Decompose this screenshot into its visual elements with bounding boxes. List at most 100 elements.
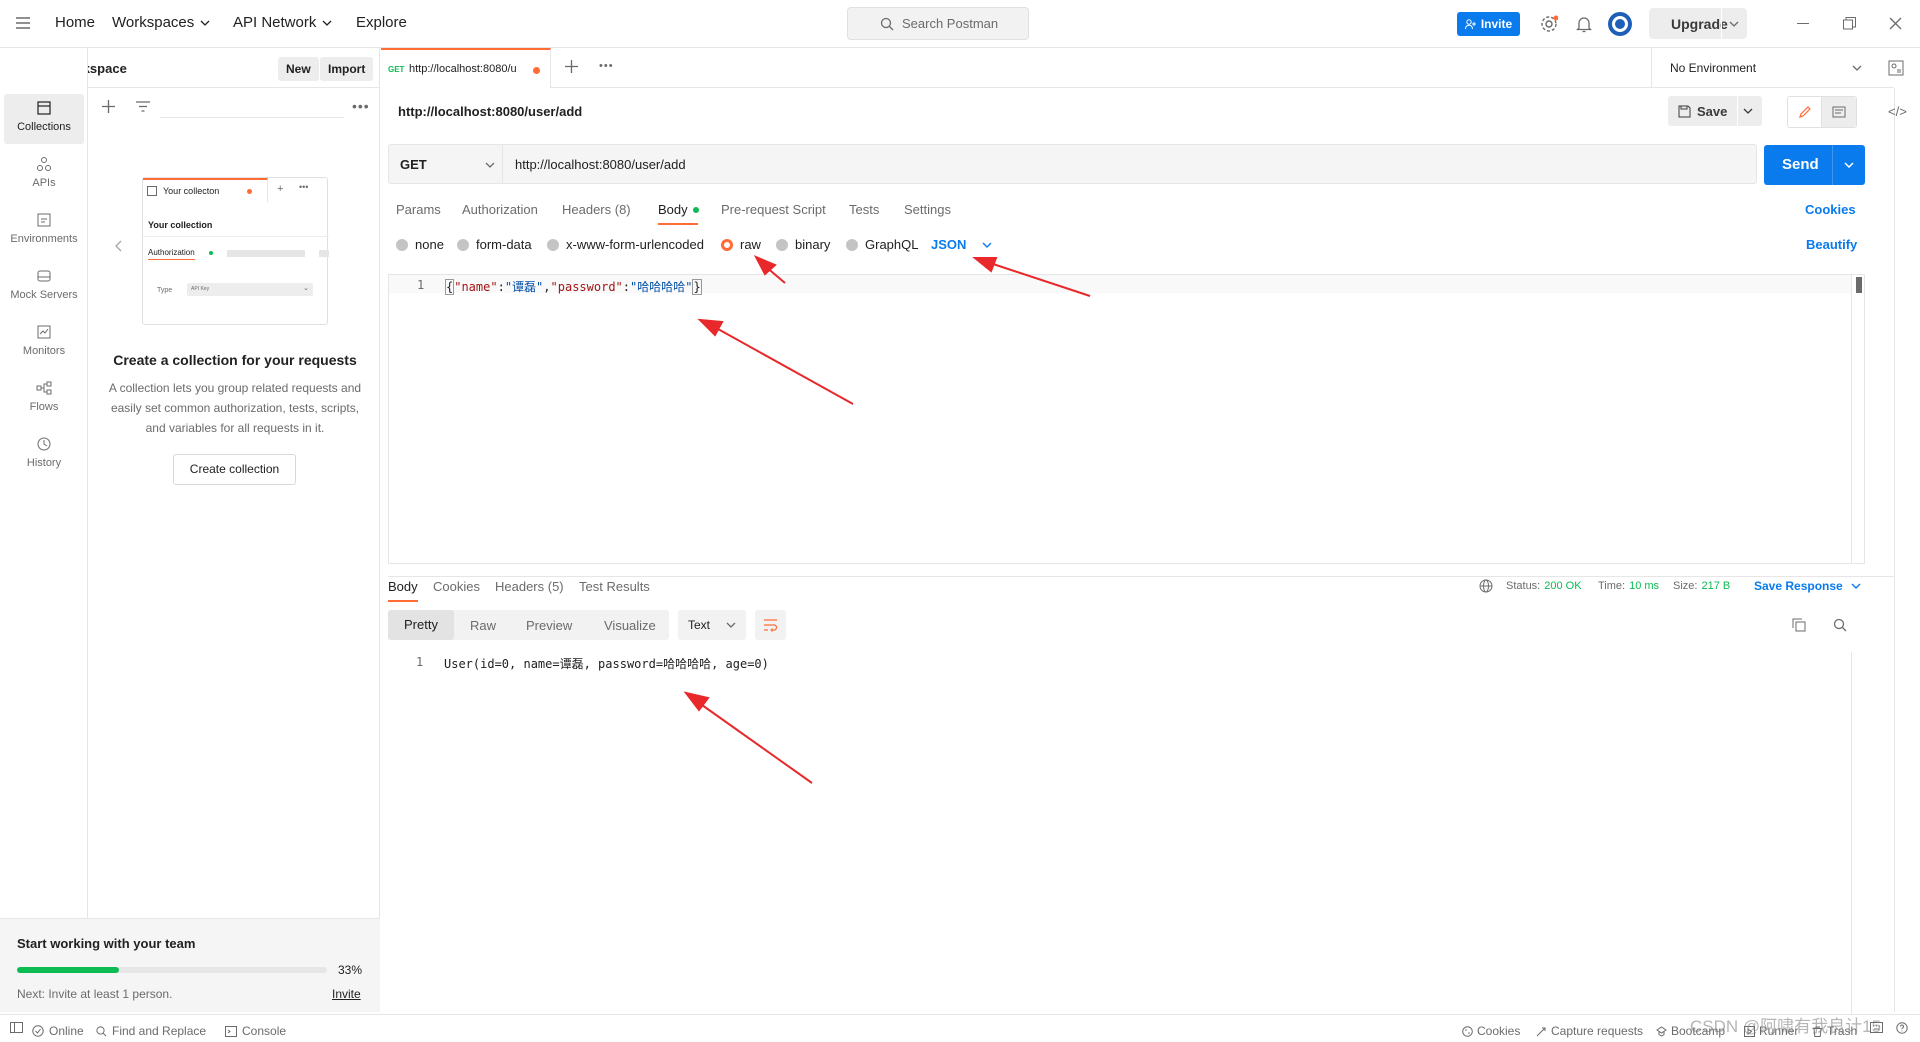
nav-home[interactable]: Home (55, 14, 95, 31)
chevron-down-icon (1851, 583, 1861, 589)
format-select[interactable]: JSON (931, 237, 992, 252)
response-tab-test-results[interactable]: Test Results (579, 579, 650, 594)
online-label: Online (49, 1024, 84, 1038)
documentation-icon[interactable] (1822, 97, 1856, 127)
tab-settings[interactable]: Settings (904, 202, 951, 217)
rail-history[interactable]: History (4, 432, 84, 482)
settings-gear-icon[interactable] (1540, 15, 1558, 33)
top-bar: Home Workspaces API Network Explore Sear… (0, 0, 1920, 48)
scrollbar-thumb[interactable] (1856, 277, 1862, 293)
online-status[interactable]: Online (32, 1024, 84, 1038)
rail-flows[interactable]: Flows (4, 376, 84, 426)
rail-collections[interactable]: Collections (4, 94, 84, 144)
request-body-editor[interactable]: 1 {"name":"谭磊","password":"哈哈哈哈"} (388, 274, 1865, 564)
beautify-link[interactable]: Beautify (1806, 237, 1857, 252)
response-format-select[interactable]: Text (678, 610, 746, 640)
nav-explore[interactable]: Explore (356, 14, 407, 31)
search-box[interactable]: Search Postman (847, 7, 1029, 40)
chevron-left-icon[interactable] (115, 240, 122, 252)
response-tab-cookies[interactable]: Cookies (433, 579, 480, 594)
tab-body[interactable]: Body (658, 202, 699, 217)
url-input[interactable]: http://localhost:8080/user/add (515, 157, 686, 172)
restore-window-icon[interactable] (1843, 17, 1856, 30)
preview-title: Your collection (148, 220, 213, 230)
response-tab-body[interactable]: Body (388, 579, 418, 594)
view-mode-pretty[interactable]: Pretty (388, 610, 454, 640)
console[interactable]: Console (225, 1024, 286, 1038)
edit-pencil-icon[interactable] (1788, 97, 1822, 127)
rail-environments[interactable]: Environments (4, 208, 84, 258)
active-request-tab[interactable]: GET http://localhost:8080/u (381, 48, 551, 88)
tab-authorization[interactable]: Authorization (462, 202, 538, 217)
body-type-binary[interactable]: binary (776, 237, 830, 252)
add-collection-icon[interactable] (102, 100, 115, 113)
tab-headers[interactable]: Headers (8) (562, 202, 631, 217)
nav-workspaces[interactable]: Workspaces (112, 14, 210, 31)
code-snippet-icon[interactable]: </> (1888, 104, 1907, 119)
send-button[interactable]: Send (1764, 145, 1865, 185)
hamburger-menu-icon[interactable] (16, 17, 30, 29)
body-type-graphql[interactable]: GraphQL (846, 237, 918, 252)
copy-icon[interactable] (1792, 618, 1806, 632)
minimize-icon[interactable] (1797, 23, 1809, 24)
body-type-form-data[interactable]: form-data (457, 237, 532, 252)
body-type-none[interactable]: none (396, 237, 444, 252)
team-next-text: Next: Invite at least 1 person. (17, 987, 173, 1001)
save-response-label: Save Response (1754, 579, 1843, 593)
rail-apis-label: APIs (32, 177, 56, 189)
search-icon (96, 1025, 107, 1036)
save-response-button[interactable]: Save Response (1754, 579, 1861, 593)
chevron-down-icon[interactable] (1729, 21, 1739, 27)
find-replace[interactable]: Find and Replace (96, 1024, 206, 1038)
more-options-icon[interactable]: ••• (352, 98, 370, 114)
capture-requests[interactable]: Capture requests (1536, 1024, 1643, 1038)
tab-tests[interactable]: Tests (849, 202, 879, 217)
response-scrollbar[interactable] (1851, 652, 1865, 1014)
team-invite-link[interactable]: Invite (332, 987, 361, 1001)
filter-icon[interactable] (136, 101, 150, 112)
radio-dot (396, 238, 408, 251)
method-select[interactable]: GET (389, 145, 503, 183)
cookies-link[interactable]: Cookies (1805, 202, 1856, 217)
body-type-urlencoded[interactable]: x-www-form-urlencoded (547, 237, 704, 252)
toggle-sidebar-icon[interactable] (10, 1022, 23, 1033)
environment-quick-look-icon[interactable] (1888, 60, 1904, 76)
view-mode-raw[interactable]: Raw (470, 618, 496, 633)
body-type-raw[interactable]: raw (721, 237, 761, 252)
environment-selector[interactable]: No Environment (1651, 48, 1894, 88)
import-button[interactable]: Import (320, 57, 374, 81)
editor-scrollbar[interactable] (1851, 275, 1865, 563)
tab-options-icon[interactable]: ••• (599, 60, 614, 72)
create-collection-button[interactable]: Create collection (173, 454, 296, 485)
avatar[interactable] (1608, 12, 1632, 36)
console-icon (225, 1025, 237, 1037)
search-icon[interactable] (1833, 618, 1847, 632)
json-comma: , (543, 280, 551, 294)
wrap-lines-button[interactable] (755, 610, 786, 640)
view-mode-preview[interactable]: Preview (526, 618, 572, 633)
tab-pre-request-script[interactable]: Pre-request Script (721, 202, 826, 217)
view-mode-visualize[interactable]: Visualize (604, 618, 656, 633)
invite-button[interactable]: Invite (1457, 12, 1520, 36)
team-panel: Start working with your team 33% Next: I… (0, 918, 380, 1012)
response-tab-headers[interactable]: Headers (5) (495, 579, 564, 594)
rail-mock-servers[interactable]: Mock Servers (4, 264, 84, 314)
wrap-lines-icon (764, 619, 778, 632)
save-button[interactable]: Save (1668, 96, 1762, 126)
close-window-icon[interactable] (1889, 17, 1902, 30)
collection-search-input[interactable] (160, 96, 344, 118)
rail-monitors[interactable]: Monitors (4, 320, 84, 370)
new-tab-plus-icon[interactable] (565, 60, 578, 73)
nav-api-network[interactable]: API Network (233, 14, 332, 31)
cookies-status[interactable]: Cookies (1462, 1024, 1520, 1038)
rail-apis[interactable]: APIs (4, 152, 84, 202)
new-button[interactable]: New (278, 57, 319, 81)
upgrade-button[interactable]: Upgrade (1649, 8, 1747, 39)
format-value: JSON (931, 237, 967, 252)
notifications-bell-icon[interactable] (1576, 15, 1592, 33)
team-progress-fill (17, 967, 120, 973)
help-icon[interactable] (1896, 1022, 1908, 1034)
tab-params[interactable]: Params (396, 202, 441, 217)
request-name[interactable]: http://localhost:8080/user/add (398, 104, 582, 119)
radio-dot-selected (721, 238, 733, 251)
